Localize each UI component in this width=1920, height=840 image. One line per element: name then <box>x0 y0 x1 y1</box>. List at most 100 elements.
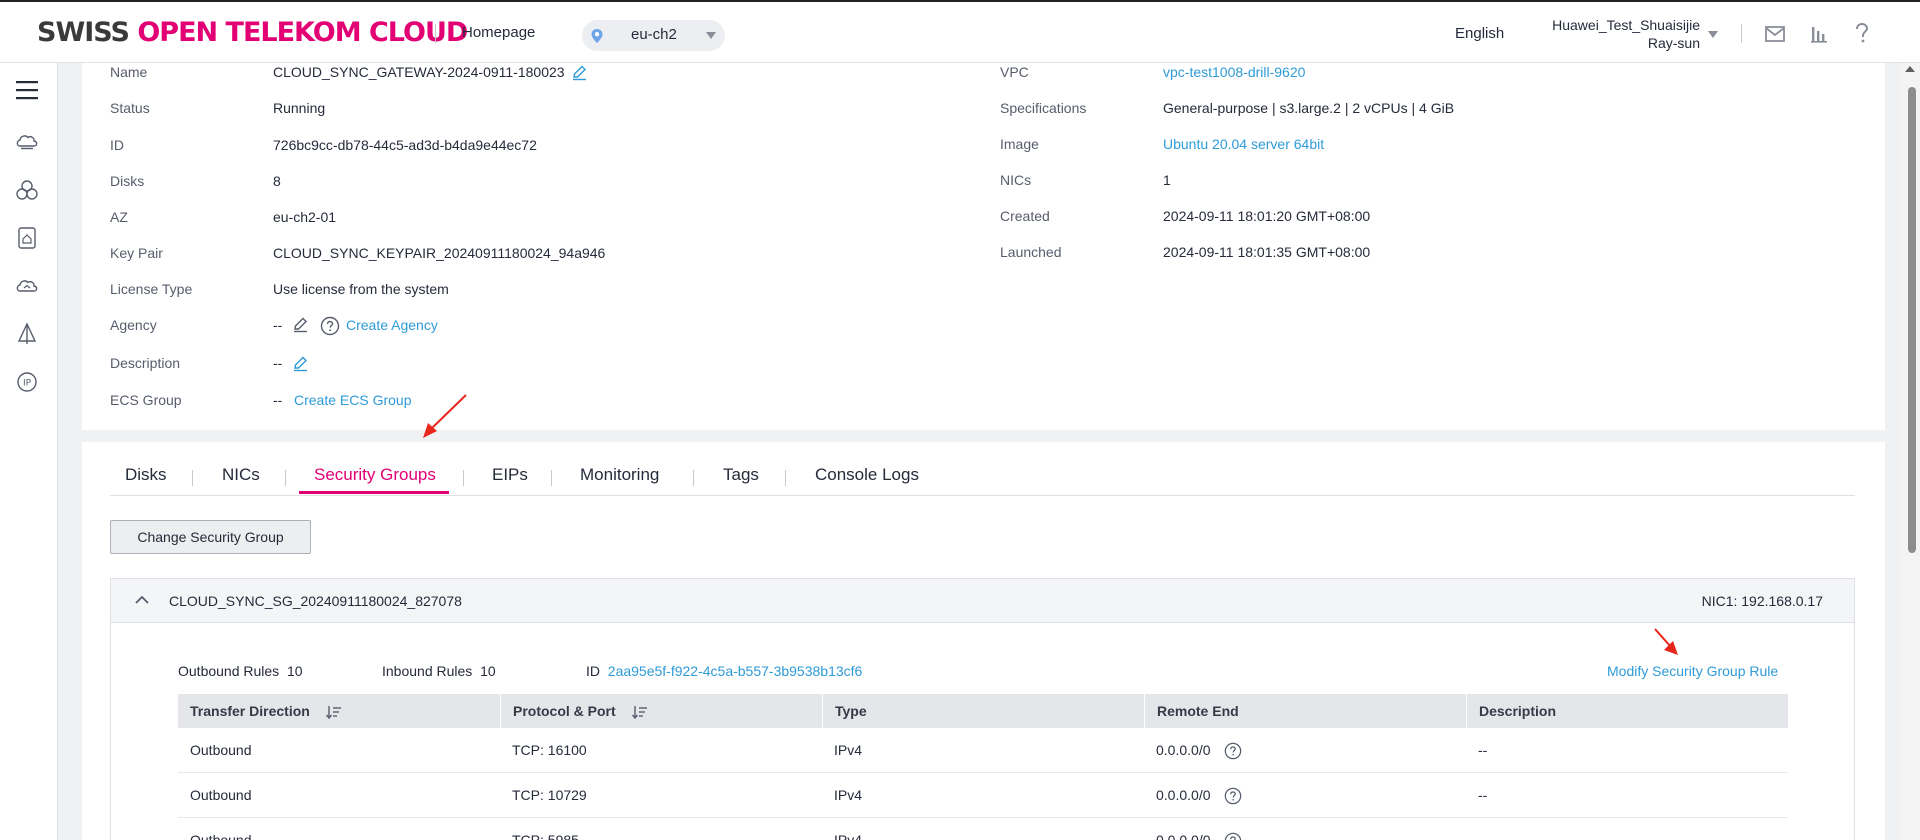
table-row: Outbound TCP: 16100 IPv4 0.0.0.0/0 -- <box>178 728 1788 773</box>
column-transfer-direction[interactable]: Transfer Direction <box>178 694 500 728</box>
edit-agency-icon[interactable] <box>292 316 309 333</box>
tab-divider <box>285 470 286 486</box>
tab-tags[interactable]: Tags <box>723 465 759 485</box>
image-link[interactable]: Ubuntu 20.04 server 64bit <box>1163 136 1324 152</box>
tab-divider <box>693 470 694 486</box>
remote-value: 0.0.0.0/0 <box>1156 787 1211 803</box>
active-tab-indicator <box>299 491 449 494</box>
language-selector[interactable]: English <box>1455 25 1504 42</box>
homepage-link[interactable]: Homepage <box>462 24 535 41</box>
ecsgroup-value: -- <box>273 392 283 408</box>
billing-chart-icon[interactable] <box>1810 24 1828 43</box>
created-value: 2024-09-11 18:01:20 GMT+08:00 <box>1163 208 1371 224</box>
edit-description-icon[interactable] <box>292 355 309 372</box>
chevron-down-icon[interactable] <box>1708 31 1718 38</box>
disks-label: Disks <box>110 173 145 189</box>
help-circle-icon[interactable] <box>1224 832 1242 840</box>
remote-value: 0.0.0.0/0 <box>1156 832 1211 840</box>
table-row: Outbound TCP: 10729 IPv4 0.0.0.0/0 -- <box>178 773 1788 818</box>
user-subaccount: Ray-sun <box>1647 35 1700 51</box>
security-group-header[interactable]: CLOUD_SYNC_SG_20240911180024_827078 NIC1… <box>111 579 1854 623</box>
elastic-ip-icon[interactable]: IP <box>15 370 39 394</box>
tab-disks[interactable]: Disks <box>125 465 167 485</box>
create-ecs-group-link[interactable]: Create ECS Group <box>294 392 412 408</box>
sort-icon[interactable] <box>631 705 648 720</box>
tab-console-logs[interactable]: Console Logs <box>815 465 919 485</box>
chevron-up-icon[interactable] <box>134 593 150 607</box>
brand-swiss: SWISS <box>37 17 138 48</box>
user-name: Huawei_Test_Shuaisijie <box>1552 17 1700 33</box>
agency-value: -- <box>273 317 283 333</box>
keypair-label: Key Pair <box>110 245 163 261</box>
cloud-sync-icon[interactable] <box>15 276 39 296</box>
help-circle-icon[interactable] <box>320 316 340 336</box>
help-circle-icon[interactable] <box>1224 787 1242 805</box>
user-menu[interactable]: Huawei_Test_Shuaisijie Ray-sun <box>1530 16 1700 52</box>
brand-otc: OPEN TELEKOM CLOUD <box>137 17 468 48</box>
vpc-link[interactable]: vpc-test1008-drill-9620 <box>1163 64 1305 80</box>
cluster-icon[interactable] <box>15 179 39 201</box>
name-label: Name <box>110 64 148 80</box>
cell-protocol: TCP: 5985 <box>512 832 579 840</box>
cell-direction: Outbound <box>190 832 252 840</box>
change-security-group-button[interactable]: Change Security Group <box>110 520 311 554</box>
cell-remote: 0.0.0.0/0 <box>1144 773 1242 818</box>
region-selector[interactable]: eu-ch2 <box>582 20 725 51</box>
sort-icon[interactable] <box>325 705 342 720</box>
cell-description: -- <box>1478 787 1488 803</box>
outbound-rules-label: Outbound Rules <box>178 663 280 679</box>
disks-value: 8 <box>273 173 281 189</box>
cell-type: IPv4 <box>834 832 863 840</box>
hamburger-menu-icon[interactable] <box>15 79 39 101</box>
keypair-value: CLOUD_SYNC_KEYPAIR_20240911180024_94a946 <box>273 245 606 261</box>
cloud-server-icon[interactable] <box>15 132 39 152</box>
tab-monitoring[interactable]: Monitoring <box>580 465 659 485</box>
location-pin-icon <box>591 29 603 43</box>
tab-divider <box>551 470 552 486</box>
agency-label: Agency <box>110 317 157 333</box>
security-group-id: ID 2aa95e5f-f922-4c5a-b557-3b9538b13cf6 <box>586 663 862 679</box>
tab-nics[interactable]: NICs <box>222 465 260 485</box>
cell-description <box>1466 818 1478 840</box>
chevron-down-icon <box>706 32 716 39</box>
specifications-value: General-purpose | s3.large.2 | 2 vCPUs |… <box>1163 100 1455 116</box>
status-label: Status <box>110 100 150 116</box>
security-group-id-link[interactable]: 2aa95e5f-f922-4c5a-b557-3b9538b13cf6 <box>608 663 863 679</box>
ecsgroup-label: ECS Group <box>110 392 182 408</box>
tab-divider <box>785 470 786 486</box>
storage-device-icon[interactable] <box>15 226 39 250</box>
modify-security-group-rule-link[interactable]: Modify Security Group Rule <box>1607 663 1778 679</box>
annotation-arrow-icon <box>1654 628 1678 655</box>
nics-value: 1 <box>1163 172 1171 188</box>
description-value: -- <box>273 355 283 371</box>
help-circle-icon[interactable] <box>1224 742 1242 760</box>
create-agency-link[interactable]: Create Agency <box>346 317 438 333</box>
scrollbar-thumb[interactable] <box>1908 87 1916 553</box>
az-label: AZ <box>110 209 128 225</box>
header-divider <box>1741 24 1742 43</box>
scroll-up-arrow-icon[interactable] <box>1905 66 1915 72</box>
network-icon[interactable] <box>15 322 39 346</box>
security-group-nic: NIC1: 192.168.0.17 <box>1701 593 1823 609</box>
column-remote-end: Remote End <box>1144 694 1466 728</box>
edit-name-icon[interactable] <box>571 64 588 81</box>
status-value: Running <box>273 100 326 116</box>
az-value: eu-ch2-01 <box>273 209 337 225</box>
cell-type: IPv4 <box>834 742 863 758</box>
tab-security-groups[interactable]: Security Groups <box>314 465 436 485</box>
help-icon[interactable] <box>1853 22 1871 44</box>
vpc-label: VPC <box>1000 64 1029 80</box>
column-protocol-port[interactable]: Protocol & Port <box>500 694 822 728</box>
launched-value: 2024-09-11 18:01:35 GMT+08:00 <box>1163 244 1371 260</box>
name-value: CLOUD_SYNC_GATEWAY-2024-0911-180023 <box>273 64 565 80</box>
column-type: Type <box>822 694 1144 728</box>
mail-icon[interactable] <box>1765 26 1785 42</box>
tab-eips[interactable]: EIPs <box>492 465 528 485</box>
tab-divider <box>463 470 464 486</box>
tab-divider <box>192 470 193 486</box>
brand-logo[interactable]: SWISS OPEN TELEKOM CLOUD <box>37 17 468 48</box>
annotation-arrow-icon <box>423 394 467 438</box>
created-label: Created <box>1000 208 1050 224</box>
cell-protocol: TCP: 10729 <box>512 787 587 803</box>
cell-remote: 0.0.0.0/0 <box>1144 818 1242 840</box>
